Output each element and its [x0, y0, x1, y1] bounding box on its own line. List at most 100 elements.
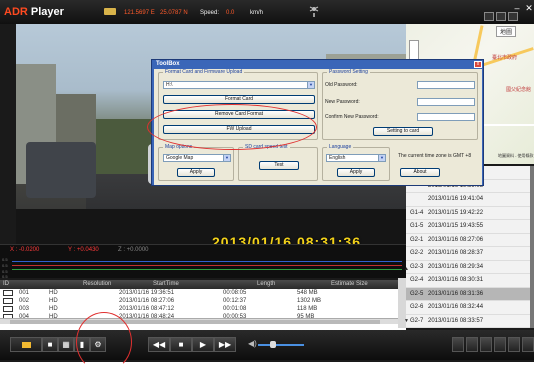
clip-time: 2013/01/16 08:33:57: [428, 317, 484, 324]
toolbox-title: ToolBox: [156, 61, 180, 67]
gsensor-line-z: [12, 269, 402, 270]
map-apply-button[interactable]: Apply: [177, 168, 215, 177]
clip-list-item[interactable]: G1-5 2013/01/15 19:43:55: [406, 220, 530, 234]
table-header: ID Resolution StartTime Length Estimate …: [0, 280, 406, 289]
map-terms[interactable]: 地圖資料 - 使用條款: [498, 153, 534, 159]
table-hscrollbar[interactable]: [0, 318, 406, 324]
map-select[interactable]: Google Map ▼: [163, 154, 231, 162]
volume-slider[interactable]: [258, 344, 304, 346]
sd-test-button[interactable]: Test: [259, 161, 299, 170]
map-place-label: 國父紀念館: [506, 87, 532, 93]
dialog-close-icon[interactable]: x: [474, 61, 482, 68]
snapshot-button[interactable]: ■: [42, 337, 58, 352]
view-1-button[interactable]: [452, 337, 464, 352]
folder-button[interactable]: [10, 337, 42, 352]
map-icon: ▦: [62, 340, 70, 349]
setting-to-card-button[interactable]: Setting to card: [373, 127, 433, 136]
clip-list-item[interactable]: G2-1 2013/01/16 08:27:06: [406, 234, 530, 247]
volume-knob[interactable]: [270, 341, 276, 348]
rewind-icon: ◀◀: [152, 340, 166, 349]
view-6-button[interactable]: [522, 337, 534, 352]
confirm-password-field[interactable]: [417, 113, 475, 121]
fast-forward-button[interactable]: ▶▶: [214, 337, 236, 352]
satellite-icon: [308, 4, 320, 18]
about-button[interactable]: About: [400, 168, 440, 177]
control-bar: ■ ▦ ▮ ⚙ ◀◀ ■ ▶ ▶▶ ◀): [0, 330, 534, 360]
video-timestamp: 2013/01/16 08:31:36 43km/h: [212, 234, 361, 244]
layout-1-button[interactable]: [484, 12, 494, 21]
title-bar: ADR Player 121.5697 E 25.0787 N Speed: 0…: [0, 0, 534, 24]
clip-list-scrollbar[interactable]: [530, 166, 534, 328]
clip-id: G1-5: [410, 223, 424, 229]
table-row[interactable]: 003 HD 2013/01/16 08:47:12 00:01:08 118 …: [0, 305, 406, 313]
col-length[interactable]: Length: [254, 280, 328, 289]
scroll-down-icon[interactable]: ▼: [404, 318, 409, 324]
clip-id: G2-6: [410, 304, 424, 310]
col-resolution[interactable]: Resolution: [80, 280, 150, 289]
toolbox-body: Format Card and Firmware Upload H:\ ▼ Fo…: [154, 69, 482, 185]
row-checkbox[interactable]: [3, 298, 13, 304]
view-3-button[interactable]: [480, 337, 492, 352]
map-type-button[interactable]: 地圖: [496, 26, 517, 37]
layout-2-button[interactable]: [496, 12, 506, 21]
clip-time: 2013/01/16 08:31:36: [428, 290, 484, 297]
gsensor-tick: 0.5: [2, 274, 8, 279]
close-icon[interactable]: ✕: [524, 3, 534, 13]
format-card-button[interactable]: Format Card: [163, 95, 315, 104]
old-password-field[interactable]: [417, 81, 475, 89]
clip-time: 2013/01/16 19:41:04: [428, 196, 484, 202]
view-5-button[interactable]: [508, 337, 520, 352]
col-size[interactable]: Estimate Size: [328, 280, 406, 289]
clip-list-item[interactable]: G2-4 2013/01/16 08:30:31: [406, 274, 530, 288]
rewind-button[interactable]: ◀◀: [148, 337, 170, 352]
clip-time: 2013/01/16 08:29:34: [428, 263, 484, 270]
layout-3-button[interactable]: [508, 12, 518, 21]
gsensor-line-x: [12, 265, 402, 266]
clip-time: 2013/01/16 08:32:44: [428, 304, 484, 310]
clip-list-item[interactable]: 2013/01/16 19:41:04: [406, 193, 530, 207]
minimize-icon[interactable]: –: [512, 3, 522, 13]
row-checkbox[interactable]: [3, 290, 13, 296]
view-4-button[interactable]: [494, 337, 506, 352]
remove-card-format-button[interactable]: Remove Card Format: [163, 110, 315, 119]
scroll-thumb[interactable]: [10, 320, 380, 324]
clip-time: 2013/01/16 08:27:06: [428, 236, 484, 243]
clip-list-item[interactable]: G2-6 2013/01/16 08:32:44: [406, 301, 530, 315]
clip-list-item[interactable]: G2-3 2013/01/16 08:29:34: [406, 261, 530, 274]
clip-id: G2-2: [410, 250, 424, 256]
gsensor-tick: 0.5: [2, 257, 8, 262]
clip-list-item[interactable]: G2-2 2013/01/16 08:28:37: [406, 247, 530, 261]
stop-button[interactable]: ■: [170, 337, 192, 352]
gsensor-x: X : -0.0200: [10, 247, 40, 253]
volume-icon[interactable]: ◀): [248, 339, 257, 348]
play-button[interactable]: ▶: [192, 337, 214, 352]
trash-icon: ▮: [79, 340, 85, 349]
col-starttime[interactable]: StartTime: [150, 280, 254, 289]
col-id[interactable]: ID: [0, 280, 30, 289]
language-apply-button[interactable]: Apply: [337, 168, 375, 177]
clip-list-item[interactable]: G2-7 2013/01/16 08:33:57: [406, 315, 530, 328]
brand-name: Player: [30, 6, 64, 18]
old-password-label: Old Password:: [325, 82, 358, 88]
table-row[interactable]: 001 HD 2013/01/16 19:36:51 00:08:05 548 …: [0, 289, 406, 297]
clip-list-item[interactable]: G2-5 2013/01/16 08:31:36: [406, 287, 530, 301]
play-icon: ▶: [199, 340, 207, 349]
view-2-button[interactable]: [466, 337, 478, 352]
format-group-title: Format Card and Firmware Upload: [163, 69, 245, 75]
gps-icon: [104, 8, 116, 15]
new-password-field[interactable]: [417, 98, 475, 106]
clip-list-item[interactable]: G1-4 2013/01/15 19:42:22: [406, 207, 530, 220]
drive-select[interactable]: H:\ ▼: [163, 81, 315, 89]
scroll-up-icon[interactable]: ▲: [404, 266, 409, 272]
delete-button[interactable]: ▮: [74, 337, 90, 352]
toolbox-dialog: ToolBox x Format Card and Firmware Uploa…: [151, 59, 484, 186]
map-button[interactable]: ▦: [58, 337, 74, 352]
password-group-title: Password Setting: [327, 69, 370, 75]
clip-id: G2-4: [410, 277, 424, 283]
table-row[interactable]: 002 HD 2013/01/16 08:27:06 00:12:37 1302…: [0, 297, 406, 305]
language-select[interactable]: English ▼: [326, 154, 386, 162]
row-checkbox[interactable]: [3, 306, 13, 312]
clip-id: [406, 193, 428, 206]
fw-upload-button[interactable]: FW Upload: [163, 125, 315, 134]
tools-button[interactable]: ⚙: [90, 337, 106, 352]
